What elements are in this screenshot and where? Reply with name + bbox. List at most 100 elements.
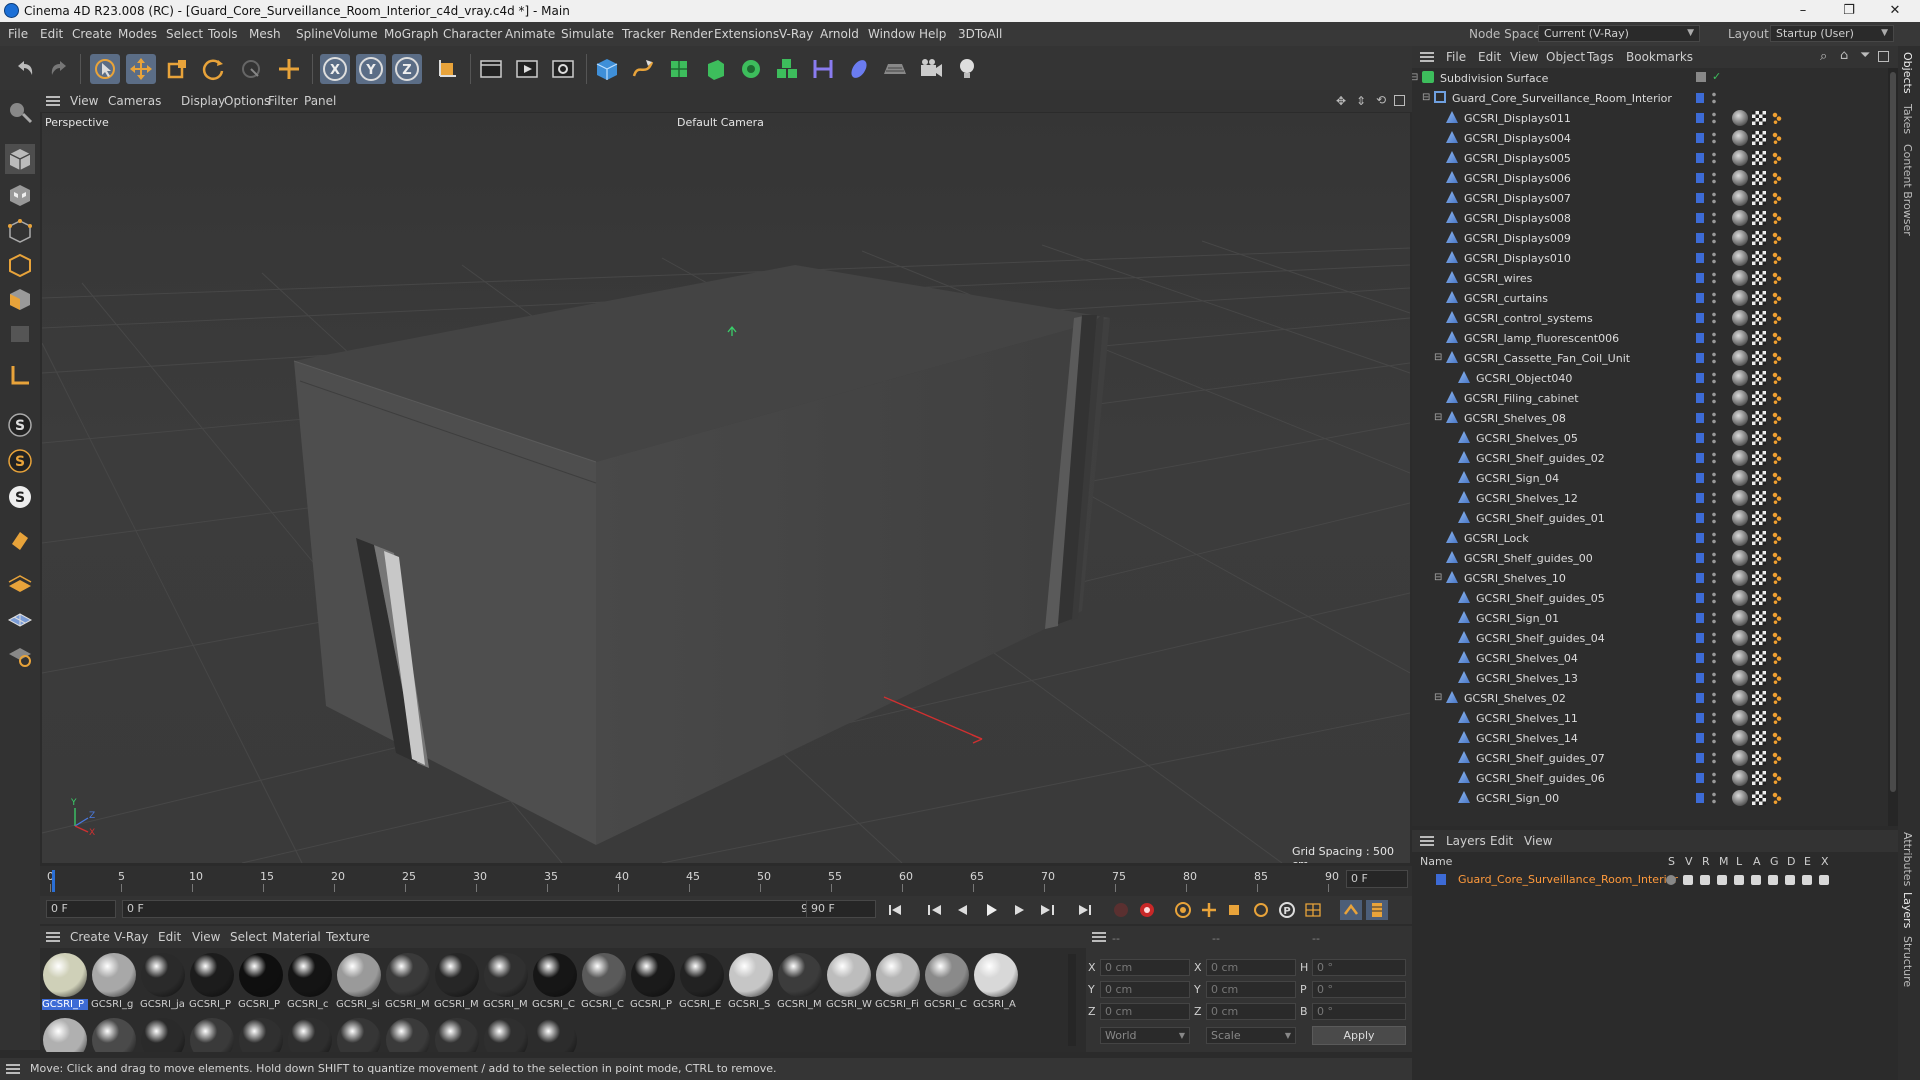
render-picture-viewer-icon[interactable] xyxy=(512,54,542,84)
material-tag-icon[interactable] xyxy=(1732,670,1748,686)
layer-flag-swatch[interactable] xyxy=(1696,233,1704,243)
subdivision-surface-icon[interactable] xyxy=(664,54,694,84)
y-axis-lock-icon[interactable]: Y xyxy=(356,54,386,84)
vray-tag-icon[interactable] xyxy=(1772,132,1782,144)
soft-selection-icon[interactable]: S xyxy=(5,446,35,476)
mograph-icon[interactable] xyxy=(772,54,802,84)
active-camera-label[interactable]: Default Camera xyxy=(677,116,764,129)
uvw-tag-icon[interactable] xyxy=(1752,331,1766,345)
vray-tag-icon[interactable] xyxy=(1772,572,1782,584)
visibility-dots-icon[interactable] xyxy=(1712,651,1716,665)
render-settings-icon[interactable] xyxy=(548,54,578,84)
visibility-dots-icon[interactable] xyxy=(1712,531,1716,545)
material-tag-icon[interactable] xyxy=(1732,430,1748,446)
menu-edit[interactable]: Edit xyxy=(40,27,63,41)
visibility-dots-icon[interactable] xyxy=(1712,411,1716,425)
rotation-key-icon[interactable] xyxy=(1250,900,1272,920)
vray-tag-icon[interactable] xyxy=(1772,392,1782,404)
material-menu-select[interactable]: Select xyxy=(230,930,267,944)
visibility-dots-icon[interactable] xyxy=(1712,191,1716,205)
symmetry-icon[interactable]: S xyxy=(5,482,35,512)
deformer-icon[interactable] xyxy=(808,54,838,84)
layer-column-x[interactable]: X xyxy=(1821,855,1829,868)
floor-scene-icon[interactable] xyxy=(880,54,910,84)
uvw-tag-icon[interactable] xyxy=(1752,451,1766,465)
expression-icon[interactable] xyxy=(1802,875,1812,885)
solo-icon[interactable] xyxy=(1666,875,1676,885)
layer-menu-view[interactable]: View xyxy=(1524,834,1552,848)
material-tag-icon[interactable] xyxy=(1732,330,1748,346)
checkmark-icon[interactable]: ✓ xyxy=(1712,70,1721,83)
visibility-dots-icon[interactable] xyxy=(1712,251,1716,265)
object-menu-tags[interactable]: Tags xyxy=(1587,50,1614,64)
axis-mode-icon[interactable] xyxy=(5,360,35,390)
material-menu-edit[interactable]: Edit xyxy=(158,930,181,944)
search-icon[interactable]: ⌕ xyxy=(1820,49,1827,64)
uv-mode-icon[interactable] xyxy=(5,318,35,348)
rotate-tool-icon[interactable] xyxy=(198,54,228,84)
generator-icon[interactable] xyxy=(1768,875,1778,885)
position-z-field[interactable]: 0 cm xyxy=(1100,1003,1190,1020)
layer-flag-swatch[interactable] xyxy=(1696,753,1704,763)
uvw-tag-icon[interactable] xyxy=(1752,631,1766,645)
layer-flag-swatch[interactable] xyxy=(1696,733,1704,743)
vray-tag-icon[interactable] xyxy=(1772,512,1782,524)
object-row[interactable]: GCSRI_Displays004 xyxy=(1412,128,1888,148)
material-swatch[interactable] xyxy=(483,1018,529,1052)
material-tag-icon[interactable] xyxy=(1732,570,1748,586)
material-tag-icon[interactable] xyxy=(1732,210,1748,226)
uvw-tag-icon[interactable] xyxy=(1752,611,1766,625)
layer-flag-swatch[interactable] xyxy=(1696,773,1704,783)
object-row[interactable]: ⊟ GCSRI_Shelves_08 xyxy=(1412,408,1888,428)
filter-icon[interactable]: ⏷ xyxy=(1860,48,1870,63)
visibility-dots-icon[interactable] xyxy=(1712,271,1716,285)
layer-flag-swatch[interactable] xyxy=(1696,93,1704,103)
material-tag-icon[interactable] xyxy=(1732,490,1748,506)
workplane-icon[interactable] xyxy=(5,524,35,554)
material-tag-icon[interactable] xyxy=(1732,770,1748,786)
node-space-dropdown[interactable]: Current (V-Ray) ▼ xyxy=(1538,25,1700,42)
layer-flag-swatch[interactable] xyxy=(1696,253,1704,263)
collapse-toggle-icon[interactable]: ⊟ xyxy=(1422,92,1430,103)
material-tag-icon[interactable] xyxy=(1732,290,1748,306)
object-row[interactable]: GCSRI_Displays009 xyxy=(1412,228,1888,248)
visibility-dots-icon[interactable] xyxy=(1712,231,1716,245)
vray-tag-icon[interactable] xyxy=(1772,792,1782,804)
layer-flag-swatch[interactable] xyxy=(1696,113,1704,123)
uvw-tag-icon[interactable] xyxy=(1752,251,1766,265)
layer-row[interactable]: Guard_Core_Surveillance_Room_Interior xyxy=(1412,870,1898,890)
object-menu-file[interactable]: File xyxy=(1446,50,1466,64)
lock-icon[interactable] xyxy=(1734,875,1744,885)
layer-column-m[interactable]: M xyxy=(1719,855,1729,868)
coordinate-system-icon[interactable] xyxy=(432,54,462,84)
visibility-dots-icon[interactable] xyxy=(1712,391,1716,405)
object-row[interactable]: GCSRI_Shelf_guides_06 xyxy=(1412,768,1888,788)
light-icon[interactable] xyxy=(952,54,982,84)
menu-modes[interactable]: Modes xyxy=(118,27,157,41)
material-swatch[interactable]: GCSRI_M xyxy=(434,953,480,1010)
uvw-tag-icon[interactable] xyxy=(1752,311,1766,325)
layer-flag-swatch[interactable] xyxy=(1696,533,1704,543)
layer-flag-swatch[interactable] xyxy=(1696,393,1704,403)
object-menu-edit[interactable]: Edit xyxy=(1478,50,1501,64)
layer-flag-swatch[interactable] xyxy=(1696,433,1704,443)
size-mode-dropdown[interactable]: Scale ▼ xyxy=(1206,1027,1296,1044)
tab-content-browser[interactable]: Content Browser xyxy=(1901,144,1914,236)
uvw-tag-icon[interactable] xyxy=(1752,531,1766,545)
visibility-dots-icon[interactable] xyxy=(1712,591,1716,605)
rotation-b-field[interactable]: 0 ° xyxy=(1312,1003,1406,1020)
current-frame-field[interactable]: 0 F xyxy=(1346,870,1408,888)
previous-key-icon[interactable] xyxy=(924,900,946,920)
uvw-tag-icon[interactable] xyxy=(1752,651,1766,665)
hamburger-menu-icon[interactable] xyxy=(46,932,60,942)
material-swatch[interactable]: GCSRI_W xyxy=(826,953,872,1010)
layer-flag-swatch[interactable] xyxy=(1696,273,1704,283)
layer-flag-swatch[interactable] xyxy=(1696,133,1704,143)
next-key-icon[interactable] xyxy=(1036,900,1058,920)
layer-menu-layers[interactable]: Layers xyxy=(1446,834,1486,848)
material-tag-icon[interactable] xyxy=(1732,450,1748,466)
tab-takes[interactable]: Takes xyxy=(1901,104,1914,134)
material-menu-view[interactable]: View xyxy=(192,930,220,944)
material-swatch[interactable]: GCSRI_g xyxy=(91,953,137,1010)
texture-mode-icon[interactable] xyxy=(5,180,35,210)
